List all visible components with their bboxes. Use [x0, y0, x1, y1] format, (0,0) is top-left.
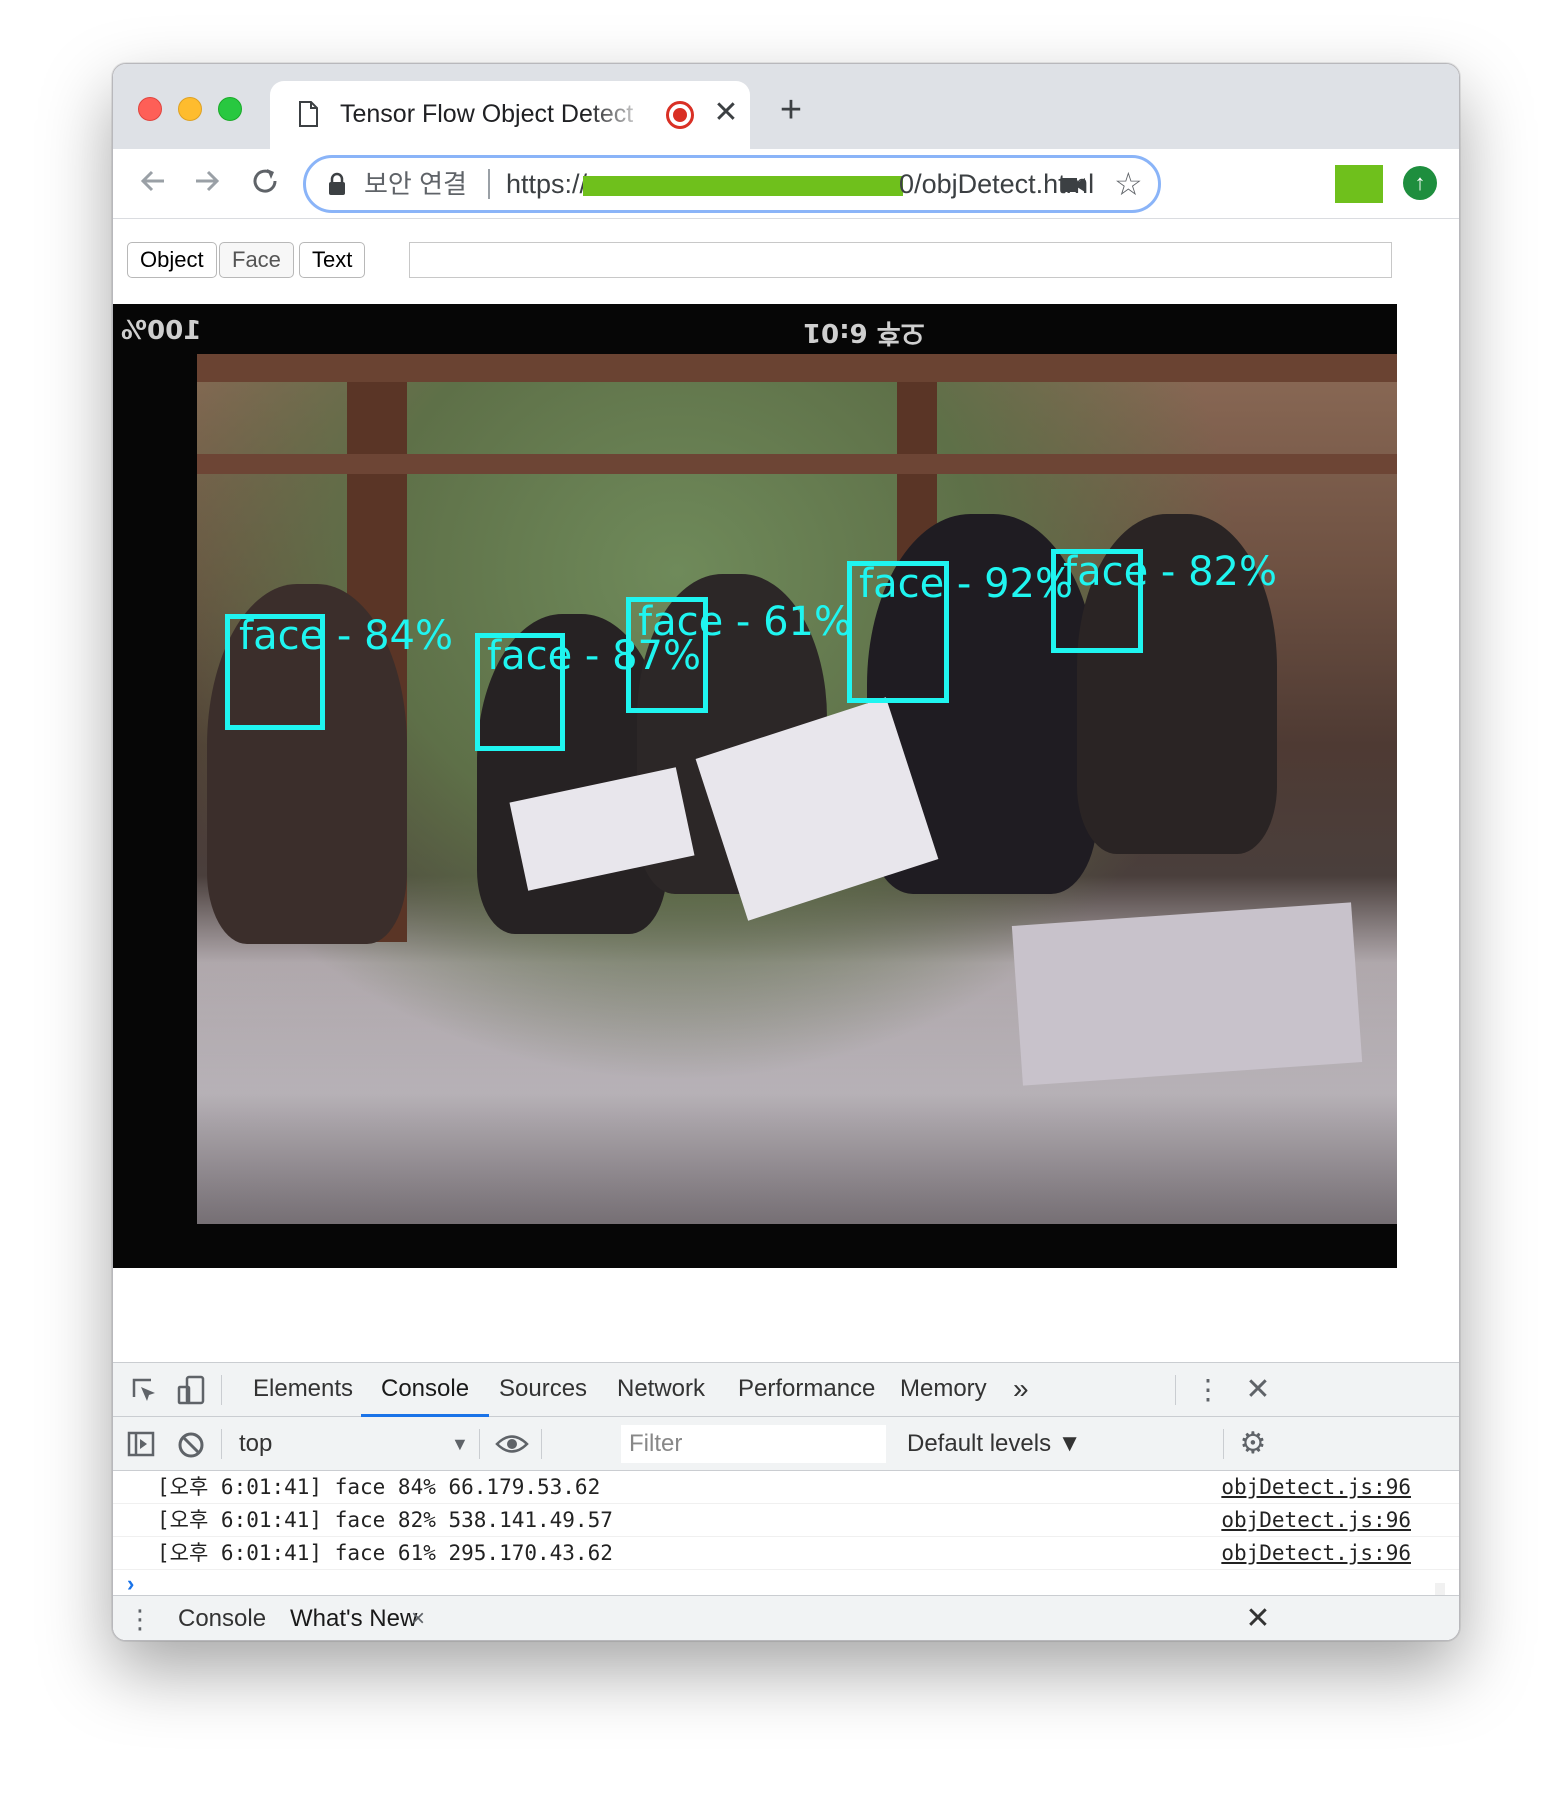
- tab-console[interactable]: Console: [361, 1363, 490, 1417]
- gear-icon[interactable]: ⚙: [1237, 1417, 1269, 1471]
- back-button[interactable]: [133, 161, 173, 201]
- url-redaction: [583, 175, 904, 196]
- close-tab-icon[interactable]: ×: [411, 1596, 425, 1640]
- zoom-window-button[interactable]: [218, 97, 242, 121]
- clear-console-icon[interactable]: [177, 1431, 205, 1459]
- recording-indicator-icon: [666, 101, 694, 129]
- tab-performance[interactable]: Performance: [738, 1363, 875, 1417]
- log-message: [오후 6:01:41] face 84% 66.179.53.62: [157, 1475, 601, 1499]
- face-button[interactable]: Face: [219, 242, 294, 278]
- toolbar-separator: [1223, 1429, 1224, 1459]
- lock-icon: [329, 172, 345, 195]
- minimize-window-button[interactable]: [178, 97, 202, 121]
- log-message: [오후 6:01:41] face 61% 295.170.43.62: [157, 1541, 613, 1565]
- context-select[interactable]: top: [239, 1427, 471, 1461]
- video-scene: [197, 354, 1397, 1224]
- log-source-link[interactable]: objDetect.js:96: [1221, 1471, 1411, 1503]
- console-prompt-icon[interactable]: ›: [127, 1571, 134, 1597]
- kebab-menu-icon[interactable]: ⋮: [1193, 1363, 1223, 1417]
- browser-toolbar: 보안 연결 https://0/objDetect.html ☆ ↑: [113, 149, 1459, 219]
- sidebar-toggle-icon[interactable]: [127, 1431, 155, 1457]
- tab-memory[interactable]: Memory: [900, 1363, 987, 1417]
- camera-icon[interactable]: [1060, 174, 1086, 196]
- forward-button[interactable]: [187, 161, 227, 201]
- tab-elements[interactable]: Elements: [253, 1363, 353, 1417]
- tab-network[interactable]: Network: [617, 1363, 705, 1417]
- reload-icon: [253, 169, 277, 193]
- toolbar-separator: [221, 1429, 222, 1459]
- update-arrow-icon[interactable]: ↑: [1403, 166, 1437, 200]
- log-source-link[interactable]: objDetect.js:96: [1221, 1537, 1411, 1569]
- toolbar-separator: [1175, 1375, 1176, 1405]
- omnibox-separator: [488, 169, 490, 199]
- log-message: [오후 6:01:41] face 82% 538.141.49.57: [157, 1508, 613, 1532]
- document-icon: [299, 101, 318, 127]
- camera-video-feed: 100% 오후 6:01 face - 84% face - 87% face …: [113, 304, 1397, 1268]
- address-bar[interactable]: 보안 연결 https://0/objDetect.html ☆: [303, 155, 1161, 213]
- drawer-tab-label: What's New: [290, 1605, 418, 1632]
- tab-sources[interactable]: Sources: [499, 1363, 587, 1417]
- url-text: https://0/objDetect.html: [506, 169, 1095, 199]
- chevron-down-icon: ▼: [451, 1434, 469, 1454]
- clock-readout: 오후 6:01: [803, 317, 925, 347]
- console-log-row: [오후 6:01:41] face 61% 295.170.43.62 objD…: [113, 1537, 1459, 1570]
- face-detection-label: face - 84%: [239, 613, 453, 659]
- battery-readout: 100%: [121, 316, 202, 346]
- drawer-menu-icon[interactable]: ⋮: [127, 1596, 153, 1640]
- device-toolbar-icon[interactable]: [177, 1375, 207, 1405]
- secure-connection-label: 보안 연결: [364, 169, 467, 199]
- bookmark-star-icon[interactable]: ☆: [1114, 164, 1143, 204]
- object-button[interactable]: Object: [127, 242, 217, 278]
- arrow-right-icon: [196, 170, 220, 192]
- close-drawer-icon[interactable]: ✕: [1241, 1596, 1275, 1640]
- title-bar: Tensor Flow Object Detect ✕ +: [113, 64, 1459, 149]
- log-source-link[interactable]: objDetect.js:96: [1221, 1504, 1411, 1536]
- arrow-left-icon: [140, 170, 164, 192]
- text-input[interactable]: [409, 242, 1392, 278]
- toolbar-separator: [221, 1375, 222, 1405]
- browser-tab[interactable]: Tensor Flow Object Detect ✕: [270, 81, 750, 149]
- devtools-tab-bar: Elements Console Sources Network Perform…: [113, 1363, 1459, 1417]
- console-toolbar: top ▼ Filter Default levels ▼ ⚙: [113, 1417, 1459, 1471]
- console-log-row: [오후 6:01:41] face 82% 538.141.49.57 objD…: [113, 1504, 1459, 1537]
- more-tabs-button[interactable]: »: [1013, 1363, 1029, 1417]
- text-button[interactable]: Text: [299, 242, 366, 278]
- drawer-tab-bar: ⋮ Console What's New × ✕: [113, 1595, 1459, 1640]
- extension-icon[interactable]: [1335, 165, 1383, 203]
- inspect-element-icon[interactable]: [131, 1377, 159, 1405]
- eye-icon[interactable]: [495, 1433, 529, 1455]
- reload-button[interactable]: [245, 161, 285, 201]
- toolbar-separator: [479, 1429, 480, 1459]
- drawer-tab-console[interactable]: Console: [178, 1596, 266, 1640]
- browser-window: Tensor Flow Object Detect ✕ + 보안 연결 http…: [112, 63, 1460, 1641]
- face-detection-label: face - 61%: [638, 599, 852, 645]
- console-log-row: [오후 6:01:41] face 84% 66.179.53.62 objDe…: [113, 1471, 1459, 1504]
- tab-close-button[interactable]: ✕: [710, 95, 742, 131]
- new-tab-button[interactable]: +: [773, 91, 809, 129]
- close-devtools-icon[interactable]: ✕: [1241, 1363, 1275, 1417]
- face-detection-label: face - 82%: [1063, 549, 1277, 595]
- filter-input[interactable]: Filter: [621, 1425, 886, 1463]
- close-window-button[interactable]: [138, 97, 162, 121]
- log-levels-dropdown[interactable]: Default levels ▼: [907, 1427, 1082, 1461]
- toolbar-separator: [541, 1429, 542, 1459]
- face-detection-label: face - 92%: [859, 561, 1073, 607]
- drawer-tab-whats-new[interactable]: What's New ×: [273, 1596, 437, 1640]
- page-content: Object Face Text 100% 오후 6:01 face - 84%…: [113, 220, 1459, 1362]
- tab-title: Tensor Flow Object Detect: [340, 100, 634, 128]
